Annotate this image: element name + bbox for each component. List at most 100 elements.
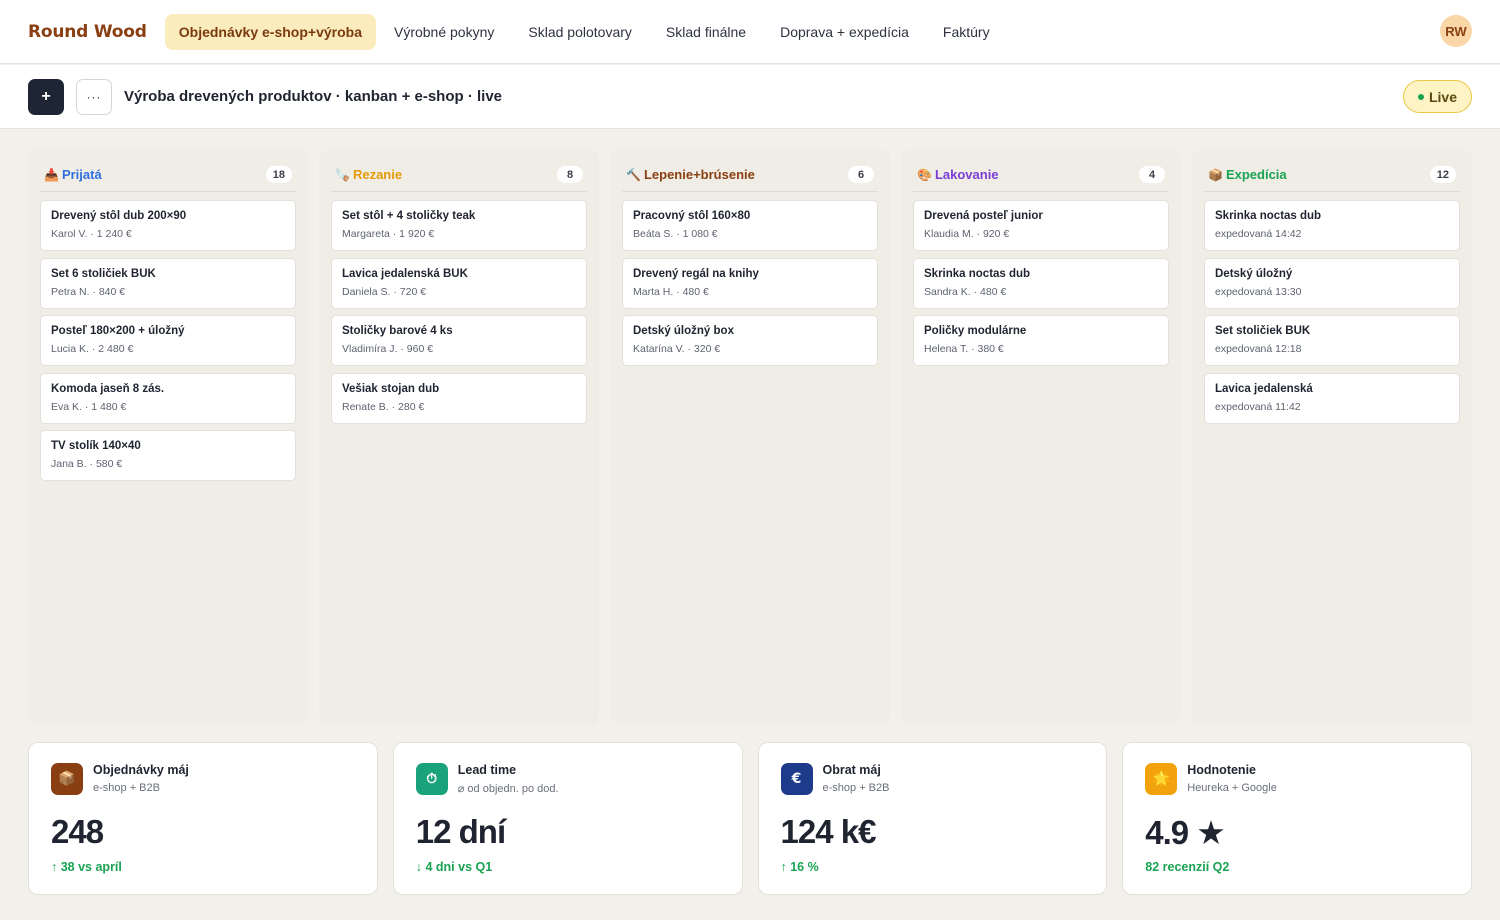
order-card[interactable]: Detský úložný box Katarína V. · 320 €	[622, 315, 878, 366]
kpi-card-hodnotenie: 🌟 Hodnotenie Heureka + Google 4.9 ★ 82 r…	[1122, 742, 1472, 895]
order-card[interactable]: Poličky modulárne Helena T. · 380 €	[913, 315, 1169, 366]
kpi-trend: ↑ 16 %	[780, 860, 819, 874]
order-card[interactable]: Drevený stôl dub 200×90 Karol V. · 1 240 …	[40, 200, 296, 251]
order-card[interactable]: Set stôl + 4 stoličky teak Margareta · 1 …	[331, 200, 587, 251]
card-subtitle: Marta H. · 480 €	[633, 285, 709, 298]
column-title-label: Lepenie+brúsenie	[643, 167, 755, 182]
hammer-icon: 🔨	[626, 167, 641, 182]
card-subtitle: expedovaná 14:42	[1215, 228, 1302, 240]
column-count-badge: 6	[848, 166, 874, 183]
tab-vyrobne-pokyny[interactable]: Výrobné pokyny	[378, 14, 510, 50]
tab-sklad-finalne[interactable]: Sklad finálne	[650, 14, 762, 50]
kpi-subtitle: ⌀ od objedn. po dod.	[457, 783, 559, 795]
tab-faktury[interactable]: Faktúry	[927, 14, 1006, 50]
card-subtitle: Vladimíra J. · 960 €	[342, 343, 434, 355]
order-card[interactable]: Pracovný stôl 160×80 Beáta S. · 1 080 €	[622, 200, 878, 251]
kpi-value: 124 k€	[780, 813, 877, 850]
card-subtitle: Renate B. · 280 €	[342, 400, 425, 413]
order-card[interactable]: Posteľ 180×200 + úložný Lucia K. · 2 480 …	[40, 315, 296, 366]
card-subtitle: Katarína V. · 320 €	[633, 343, 721, 355]
card-subtitle: Klaudia M. · 920 €	[924, 228, 1010, 240]
column-header: 🔨 Lepenie+brúsenie 6	[622, 158, 878, 192]
kpi-row: 📦 Objednávky máj e-shop + B2B 248 ↑ 38 v…	[28, 742, 1472, 895]
order-card[interactable]: Lavica jedalenská BUK Daniela S. · 720 €	[331, 257, 587, 309]
order-card[interactable]: TV stolík 140×40 Jana B. · 580 €	[40, 430, 296, 481]
page-title: Výroba drevených produktov · kanban + e-…	[124, 88, 503, 105]
package-icon: 📦	[1208, 167, 1223, 182]
live-status-badge[interactable]: Live	[1402, 80, 1472, 113]
order-card[interactable]: Drevený regál na knihy Marta H. · 480 €	[622, 257, 878, 309]
kpi-subtitle: e-shop + B2B	[93, 782, 160, 794]
palette-icon: 🎨	[917, 167, 932, 182]
card-subtitle: Beáta S. · 1 080 €	[633, 228, 718, 240]
saw-icon: 🪚	[335, 167, 350, 182]
column-header: 🪚 Rezanie 8	[331, 158, 587, 192]
tab-doprava-expedicia[interactable]: Doprava + expedícia	[764, 14, 925, 50]
column-count-badge: 12	[1429, 166, 1456, 183]
kpi-trend: ↓ 4 dni vs Q1	[415, 860, 493, 874]
order-card[interactable]: Skrinka noctas dub expedovaná 14:42	[1204, 200, 1460, 251]
column-header: 🎨 Lakovanie 4	[913, 158, 1169, 192]
kpi-trend: ↑ 38 vs apríl	[51, 860, 122, 874]
kpi-value: 248	[51, 813, 104, 850]
column-count-badge: 18	[265, 166, 292, 183]
order-card[interactable]: Vešiak stojan dub Renate B. · 280 €	[331, 372, 587, 424]
order-card[interactable]: Set 6 stoličiek BUK Petra N. · 840 €	[40, 257, 296, 309]
column-title-label: Prijatá	[61, 167, 102, 182]
card-title: Vešiak stojan dub	[342, 382, 440, 395]
more-options-button[interactable]: ···	[76, 78, 112, 115]
inbox-tray-icon: 📥	[44, 167, 59, 182]
avatar[interactable]: RW	[1440, 15, 1472, 47]
column-title-label: Expedícia	[1225, 167, 1287, 182]
nav-tabs: Objednávky e-shop+výroba Výrobné pokyny …	[164, 13, 1008, 50]
card-subtitle: expedovaná 11:42	[1215, 400, 1301, 413]
card-subtitle: expedovaná 12:18	[1215, 343, 1302, 355]
timer-icon: ⏱	[415, 763, 448, 795]
kanban-board: 📥 Prijatá 18 Drevený stôl dub 200×90 Karo…	[28, 150, 1472, 724]
column-expedicia: 📦 Expedícia 12 Skrinka noctas dub expedov…	[1192, 150, 1472, 724]
card-title: Komoda jaseň 8 zás.	[51, 382, 165, 395]
card-subtitle: Karol V. · 1 240 €	[51, 228, 132, 240]
card-title: Detský úložný box	[633, 325, 734, 337]
order-card[interactable]: Skrinka noctas dub Sandra K. · 480 €	[913, 257, 1169, 309]
card-subtitle: Petra N. · 840 €	[51, 285, 126, 298]
card-title: Lavica jedalenská BUK	[342, 267, 468, 280]
card-title: Drevená posteľ junior	[924, 210, 1043, 222]
kpi-subtitle: e-shop + B2B	[822, 782, 890, 794]
card-subtitle: Jana B. · 580 €	[51, 458, 123, 470]
kpi-title: Obrat máj	[822, 763, 881, 777]
order-card[interactable]: Komoda jaseň 8 zás. Eva K. · 1 480 €	[40, 372, 296, 424]
column-title: 📥 Prijatá	[44, 167, 102, 182]
live-label: Live	[1428, 88, 1457, 105]
order-card[interactable]: Stoličky barové 4 ks Vladimíra J. · 960 €	[331, 315, 587, 366]
column-title-label: Rezanie	[352, 167, 403, 182]
card-title: Posteľ 180×200 + úložný	[51, 325, 185, 337]
column-title: 🪚 Rezanie	[335, 167, 402, 182]
card-title: Drevený regál na knihy	[633, 267, 759, 280]
add-button[interactable]: +	[28, 78, 64, 115]
kpi-title: Objednávky máj	[93, 763, 189, 777]
card-subtitle: Daniela S. · 720 €	[342, 285, 427, 298]
kpi-title: Lead time	[457, 763, 517, 777]
top-nav: Round Wood Objednávky e-shop+výroba Výro…	[0, 0, 1500, 64]
order-card[interactable]: Lavica jedalenská expedovaná 11:42	[1204, 372, 1460, 424]
column-lepenie-brusenie: 🔨 Lepenie+brúsenie 6 Pracovný stôl 160×8…	[610, 150, 890, 724]
order-card[interactable]: Detský úložný expedovaná 13:30	[1204, 257, 1460, 309]
card-title: Pracovný stôl 160×80	[633, 210, 751, 222]
order-card[interactable]: Set stoličiek BUK expedovaná 12:18	[1204, 315, 1460, 366]
kpi-card-obrat: € Obrat máj e-shop + B2B 124 k€ ↑ 16 %	[757, 742, 1108, 895]
card-subtitle: Sandra K. · 480 €	[924, 285, 1007, 298]
column-header: 📥 Prijatá 18	[40, 158, 296, 192]
tab-objednavky[interactable]: Objednávky e-shop+výroba	[164, 13, 376, 50]
order-card[interactable]: Drevená posteľ junior Klaudia M. · 920 €	[913, 200, 1169, 251]
card-title: Set 6 stoličiek BUK	[51, 267, 156, 280]
card-subtitle: Margareta · 1 920 €	[342, 228, 435, 240]
tab-sklad-polotovary[interactable]: Sklad polotovary	[512, 14, 648, 50]
brand-logo[interactable]: Round Wood	[28, 22, 147, 42]
card-subtitle: Helena T. · 380 €	[924, 343, 1004, 355]
column-count-badge: 8	[557, 166, 583, 183]
kpi-title: Hodnotenie	[1187, 763, 1256, 777]
card-title: Set stôl + 4 stoličky teak	[342, 210, 476, 222]
column-title: 🎨 Lakovanie	[917, 167, 999, 182]
card-title: Skrinka noctas dub	[924, 267, 1031, 280]
